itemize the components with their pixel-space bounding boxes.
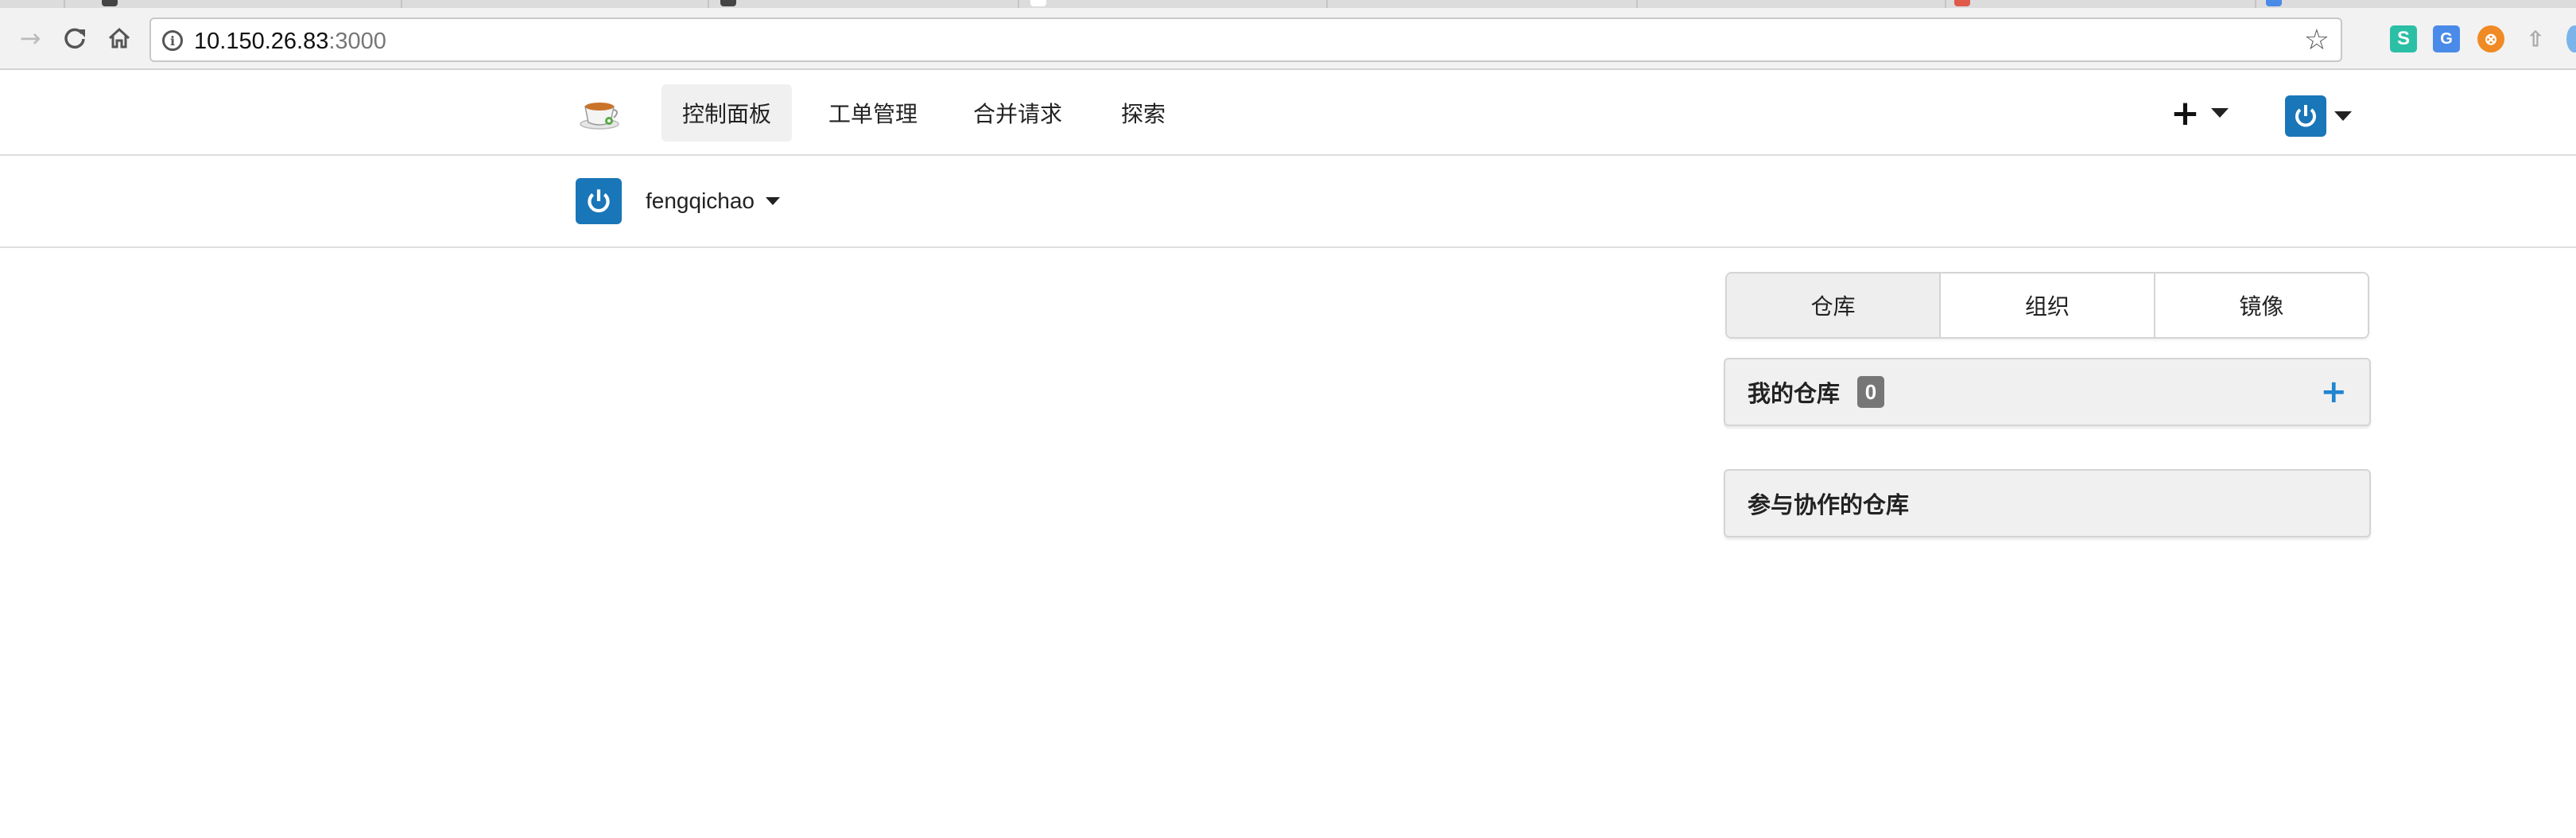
browser-tab-strip[interactable] [0,0,2576,8]
tab-divider [401,0,402,8]
url-port: :3000 [328,29,386,54]
nav-explore[interactable]: 探索 [1100,84,1186,142]
partial-extension-icon[interactable] [2566,25,2576,52]
upload-extension-icon[interactable]: ⇧ [2522,25,2549,52]
tab-repositories-label: 仓库 [1810,293,1856,320]
address-bar[interactable]: i 10.150.26.83:3000 ☆ [149,17,2342,62]
url-text[interactable]: 10.150.26.83:3000 [194,27,386,56]
star-icon[interactable]: ☆ [2304,24,2330,57]
tab-divider [1945,0,1946,8]
browser-chrome: → i 10.150.26.83:3000 ☆ S G ⊗ ⇧ [0,0,2576,70]
repo-tab-group: 仓库 组织 镜像 [1725,272,2369,339]
tab-favicon [1030,0,1046,6]
context-username: fengqichao [646,188,755,213]
plus-icon[interactable]: + [2320,376,2347,408]
power-avatar-icon [2285,95,2326,137]
nav-explore-label: 探索 [1121,101,1166,127]
nav-dashboard[interactable]: 控制面板 [661,84,793,142]
user-menu-dropdown[interactable] [2285,94,2352,138]
forward-button[interactable]: → [13,21,48,56]
my-repos-title: 我的仓库 [1748,380,1841,407]
url-host: 10.150.26.83 [194,29,329,54]
tab-organizations[interactable]: 组织 [1941,274,2155,337]
tab-favicon [720,0,736,6]
tab-mirrors-label: 镜像 [2239,293,2284,320]
nav-dashboard-label: 控制面板 [682,101,772,127]
orange-extension-icon[interactable]: ⊗ [2477,25,2504,52]
collab-repos-title: 参与协作的仓库 [1748,491,1910,518]
context-bar: fengqichao [0,156,2576,248]
tab-favicon [2266,0,2282,6]
power-avatar-icon [576,178,622,224]
home-button[interactable] [102,21,137,56]
caret-down-icon [2210,108,2229,118]
site-info-icon[interactable]: i [162,30,183,51]
tab-organizations-label: 组织 [2024,293,2070,320]
repo-count-badge: 0 [1857,376,1885,408]
nav-pull-requests-label: 合并请求 [973,101,1063,127]
context-switcher[interactable]: fengqichao [576,178,781,224]
nav-pull-requests[interactable]: 合并请求 [952,84,1083,142]
tab-mirrors[interactable]: 镜像 [2155,274,2368,337]
app-header: 控制面板 工单管理 合并请求 探索 + [0,70,2576,156]
s-extension-icon[interactable]: S [2390,25,2417,52]
tab-divider [1326,0,1328,8]
translate-extension-icon[interactable]: G [2433,25,2460,52]
nav-issues[interactable]: 工单管理 [808,84,938,142]
tab-divider [708,0,709,8]
tab-divider [1636,0,1638,8]
collab-repos-header: 参与协作的仓库 [1724,469,2371,537]
caret-down-icon [2334,111,2352,121]
caret-down-icon [766,197,781,205]
arrow-right-icon: → [19,23,41,53]
tab-divider [1018,0,1019,8]
nav-issues-label: 工单管理 [828,101,918,127]
plus-icon: + [2171,92,2200,134]
create-new-dropdown[interactable]: + [2171,91,2229,135]
tab-favicon [102,0,118,6]
reload-button[interactable] [57,21,92,56]
home-icon [108,27,130,48]
reload-icon [64,28,85,49]
tab-repositories[interactable]: 仓库 [1727,274,1942,337]
my-repos-header: 我的仓库 0 + [1724,358,2371,426]
gitea-tea-cup-icon[interactable] [577,91,622,135]
tab-divider [64,0,65,8]
tab-divider [2255,0,2256,8]
tab-favicon [1954,0,1970,6]
